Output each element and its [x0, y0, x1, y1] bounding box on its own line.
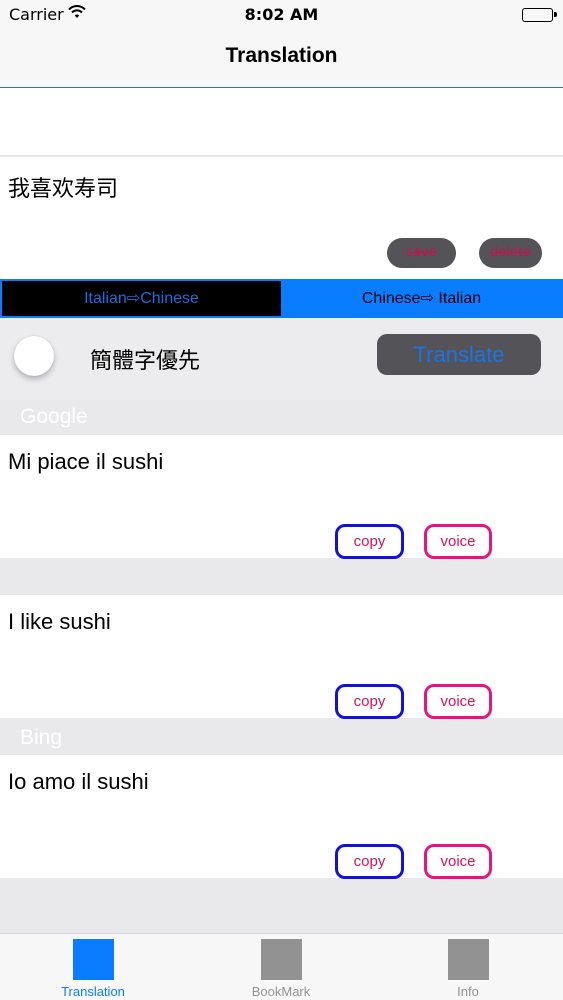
delete-button[interactable]: delete: [479, 238, 542, 268]
save-button[interactable]: save: [387, 238, 456, 268]
tab-translation[interactable]: Translation: [33, 934, 153, 1000]
page-title: Translation: [225, 44, 338, 67]
tab-label: BookMark: [251, 984, 311, 999]
battery-icon: [522, 8, 557, 22]
tab-bookmark[interactable]: BookMark: [221, 934, 341, 1000]
translation-tab-icon: [73, 939, 114, 980]
tab-bar: Translation BookMark Info: [0, 933, 563, 1000]
traditional-chinese-toggle[interactable]: [14, 336, 54, 376]
result-text: Io amo il sushi: [8, 769, 149, 794]
toggle-label: 簡體字優先: [90, 349, 201, 374]
result-card: Mi piace il sushi copy voice: [0, 435, 563, 559]
segment-italian-to-chinese[interactable]: Italian⇨Chinese: [2, 281, 282, 316]
clock: 8:02 AM: [244, 5, 319, 24]
result-card: Io amo il sushi copy voice: [0, 755, 563, 879]
translate-button[interactable]: Translate: [377, 334, 541, 375]
input-blank-area[interactable]: [0, 88, 563, 156]
result-text: I like sushi: [8, 609, 111, 634]
source-text[interactable]: 我喜欢寿司: [8, 171, 118, 203]
bookmark-tab-icon: [261, 939, 302, 980]
source-text-area[interactable]: 我喜欢寿司: [0, 157, 563, 279]
navigation-bar: Translation: [0, 30, 563, 88]
tab-label: Info: [457, 984, 479, 999]
tab-info[interactable]: Info: [408, 934, 528, 1000]
tab-label: Translation: [61, 984, 125, 999]
info-tab-icon: [448, 939, 489, 980]
status-bar: Carrier 8:02 AM: [0, 0, 563, 30]
segment-chinese-to-italian[interactable]: Chinese⇨ Italian: [282, 281, 561, 316]
result-text: Mi piace il sushi: [8, 449, 164, 474]
controls-row: 簡體字優先 Translate: [0, 318, 563, 400]
language-direction-control[interactable]: Italian⇨Chinese Chinese⇨ Italian: [0, 279, 563, 318]
result-card: I like sushi copy voice: [0, 595, 563, 719]
copy-button[interactable]: copy: [335, 684, 404, 719]
voice-button[interactable]: voice: [424, 684, 492, 719]
voice-button[interactable]: voice: [424, 524, 492, 559]
section-header-google: Google: [20, 405, 88, 428]
voice-button[interactable]: voice: [424, 844, 492, 879]
section-header-bing: Bing: [20, 726, 63, 749]
copy-button[interactable]: copy: [335, 524, 404, 559]
copy-button[interactable]: copy: [335, 844, 404, 879]
